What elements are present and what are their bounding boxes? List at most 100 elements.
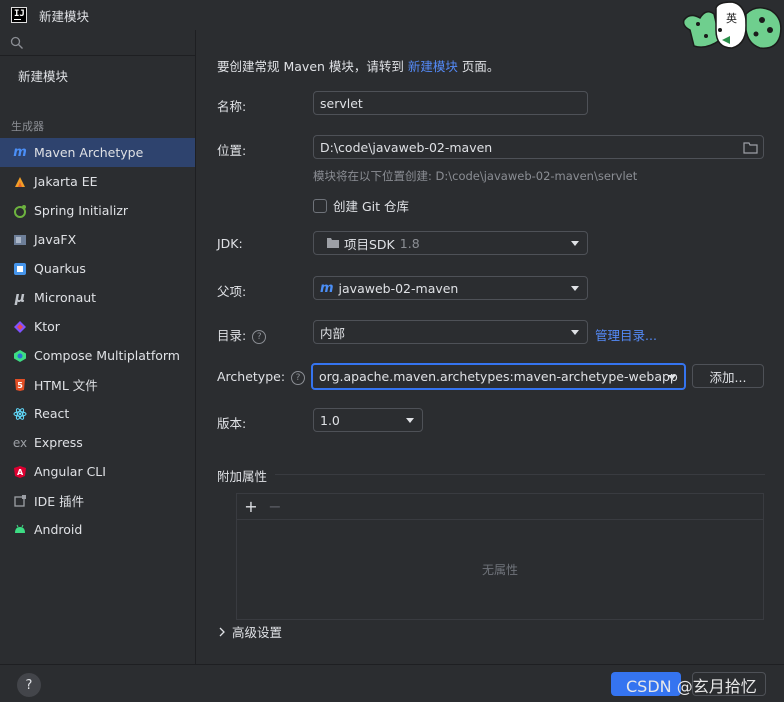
plus-icon[interactable]: + (243, 497, 259, 516)
folder-icon[interactable] (743, 141, 758, 154)
properties-toolbar: + − (237, 494, 763, 520)
sidebar-item-label: Compose Multiplatform (34, 348, 180, 363)
maven-icon: m (13, 145, 27, 160)
location-hint: 模块将在以下位置创建: D:\code\javaweb-02-maven\ser… (313, 169, 638, 183)
advanced-settings-label: 高级设置 (232, 625, 283, 640)
window-title: 新建模块 (39, 8, 90, 24)
git-checkbox[interactable] (313, 198, 327, 213)
properties-divider (275, 474, 765, 475)
sidebar-item-label: Quarkus (34, 261, 86, 276)
archetype-label: Archetype: (217, 369, 286, 384)
sidebar-item-label: Ktor (34, 319, 60, 334)
properties-panel: + − 无属性 (236, 493, 764, 620)
chevron-down-icon (668, 375, 676, 380)
jdk-select[interactable]: 项目SDK 1.8 (313, 231, 588, 255)
archetype-label-row: Archetype:? (217, 369, 306, 385)
sidebar-item-label: IDE 插件 (34, 494, 85, 509)
sidebar-search[interactable] (0, 30, 195, 56)
new-module-label: 新建模块 (18, 68, 69, 84)
catalog-value: 内部 (320, 325, 346, 341)
svg-text:5: 5 (17, 381, 23, 390)
maven-icon: m (320, 280, 334, 296)
chevron-down-icon (406, 418, 414, 423)
quarkus-icon (12, 261, 28, 277)
sidebar-item-spring[interactable]: Spring Initializr (0, 196, 195, 225)
sidebar-item-express[interactable]: ex Express (0, 428, 195, 457)
html5-icon: 5 (12, 377, 28, 393)
jdk-value: 项目SDK (344, 236, 395, 252)
location-input[interactable]: D:\code\javaweb-02-maven (313, 135, 764, 159)
sidebar-item-react[interactable]: React (0, 399, 195, 428)
csdn-watermark: CSDN @玄月拾忆 (626, 677, 757, 696)
catalog-select[interactable]: 内部 (313, 320, 588, 344)
name-input[interactable]: servlet (313, 91, 588, 115)
intellij-logo-icon: IJ (11, 7, 27, 23)
svg-text:英: 英 (726, 11, 737, 25)
plugin-icon (12, 493, 28, 509)
sidebar-item-quarkus[interactable]: Quarkus (0, 254, 195, 283)
dialog-footer: ? CSDN @玄月拾忆 (0, 664, 784, 702)
sidebar-item-label: Android (34, 522, 83, 537)
properties-title: 附加属性 (217, 469, 268, 484)
sidebar-item-angular[interactable]: A Angular CLI (0, 457, 195, 486)
sidebar-item-label: Angular CLI (34, 464, 106, 479)
sidebar-item-label: Micronaut (34, 290, 97, 305)
name-label: 名称: (217, 99, 247, 114)
archetype-value: org.apache.maven.archetypes:maven-archet… (319, 369, 678, 384)
sidebar-item-label: JavaFX (34, 232, 77, 247)
sidebar-item-label: Express (34, 435, 83, 450)
micronaut-icon: μ (14, 289, 26, 306)
help-button[interactable]: ? (17, 673, 41, 697)
location-value: D:\code\javaweb-02-maven (320, 139, 493, 155)
chevron-down-icon (571, 286, 579, 291)
archetype-select[interactable]: org.apache.maven.archetypes:maven-archet… (311, 363, 686, 390)
sidebar-item-label: React (34, 406, 70, 421)
git-checkbox-row[interactable]: 创建 Git 仓库 (313, 196, 409, 215)
help-icon[interactable]: ? (252, 329, 267, 344)
jdk-label: JDK: (217, 236, 243, 251)
sidebar-item-ktor[interactable]: Ktor (0, 312, 195, 341)
sidebar-item-new-module[interactable]: 新建模块 (0, 56, 195, 94)
sidebar-item-micronaut[interactable]: μ Micronaut (0, 283, 195, 312)
jdk-version: 1.8 (399, 235, 420, 251)
parent-select[interactable]: m javaweb-02-maven (313, 276, 588, 300)
sidebar-item-label: Maven Archetype (34, 145, 144, 160)
generators-section-label: 生成器 (11, 120, 44, 133)
sidebar-item-javafx[interactable]: JavaFX (0, 225, 195, 254)
angular-icon: A (12, 464, 28, 480)
name-value: servlet (320, 95, 363, 111)
sidebar-item-label: Spring Initializr (34, 203, 129, 218)
sidebar-item-html[interactable]: 5 HTML 文件 (0, 370, 195, 399)
express-icon: ex (12, 435, 28, 450)
new-module-link[interactable]: 新建模块 (408, 59, 458, 74)
sidebar-item-compose[interactable]: Compose Multiplatform (0, 341, 195, 370)
sidebar-item-jakarta-ee[interactable]: Jakarta EE (0, 167, 195, 196)
intro-suffix: 页面。 (461, 59, 500, 74)
catalog-label: 目录: (217, 328, 247, 343)
sidebar-item-android[interactable]: Android (0, 515, 195, 544)
generator-sidebar: 新建模块 生成器 m Maven Archetype Jakarta EE Sp… (0, 30, 196, 664)
search-icon (10, 36, 23, 49)
react-icon (12, 406, 28, 422)
intro-prefix: 要创建常规 Maven 模块，请转到 (217, 59, 404, 74)
help-icon[interactable]: ? (291, 370, 306, 385)
minus-icon: − (268, 497, 282, 516)
title-bar: IJ 新建模块 (0, 0, 784, 30)
manage-catalogs-link[interactable]: 管理目录... (595, 325, 657, 344)
sidebar-item-label: HTML 文件 (34, 378, 98, 393)
sidebar-item-maven-archetype[interactable]: m Maven Archetype (0, 138, 195, 167)
sdk-folder-icon (327, 238, 339, 248)
sidebar-item-ide-plugin[interactable]: IDE 插件 (0, 486, 195, 515)
ktor-icon (12, 319, 28, 335)
intro-text: 要创建常规 Maven 模块，请转到 新建模块 页面。 (217, 56, 499, 75)
sidebar-item-label: Jakarta EE (34, 174, 98, 189)
advanced-settings-toggle[interactable]: 高级设置 (217, 622, 282, 641)
add-archetype-button[interactable]: 添加... (692, 364, 764, 388)
archetype-form: 要创建常规 Maven 模块，请转到 新建模块 页面。 名称: servlet … (197, 30, 784, 664)
version-value: 1.0 (320, 412, 340, 428)
jakarta-icon (12, 174, 28, 190)
catalog-label-row: 目录:? (217, 325, 267, 344)
spring-icon (12, 203, 28, 219)
version-label: 版本: (217, 416, 247, 431)
version-select[interactable]: 1.0 (313, 408, 423, 432)
